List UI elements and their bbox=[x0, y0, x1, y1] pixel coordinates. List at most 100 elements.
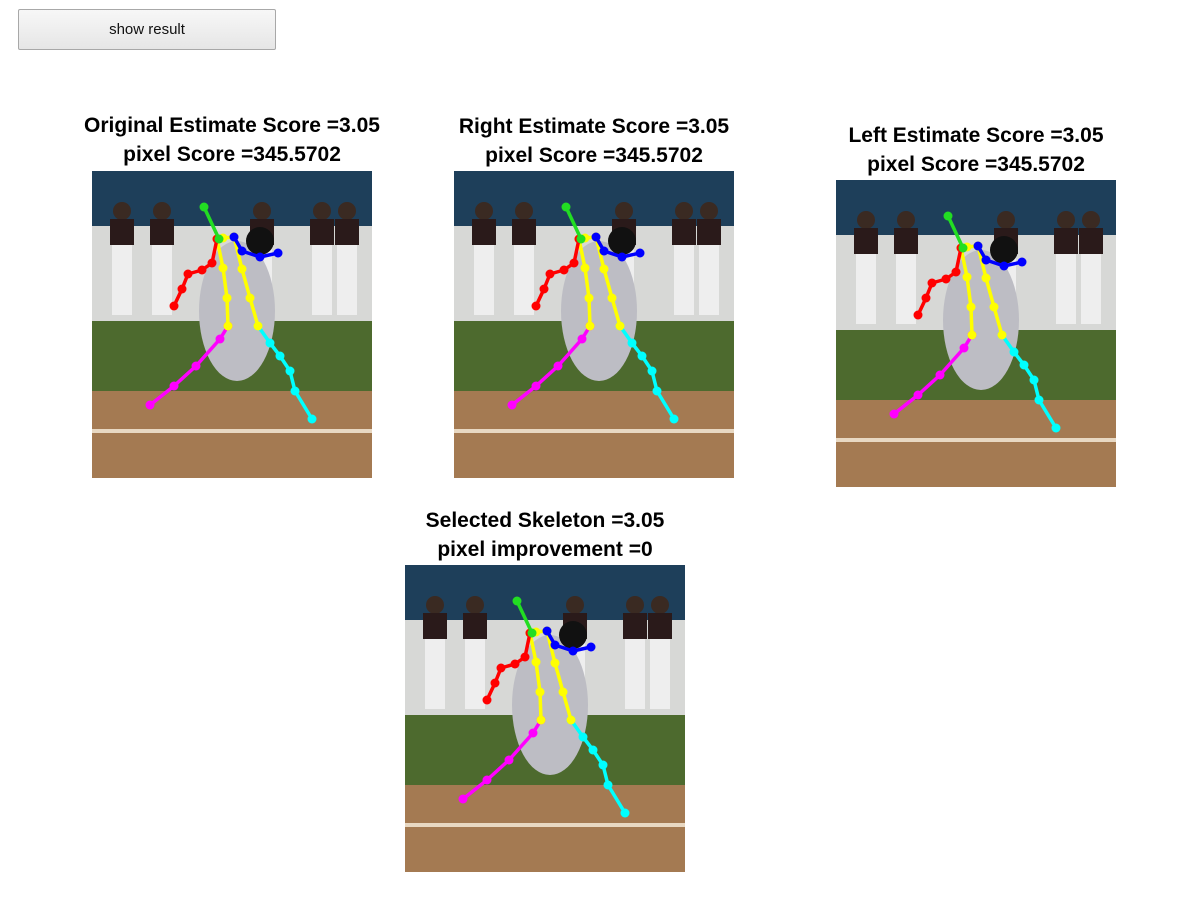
skeleton-joint bbox=[588, 745, 598, 755]
skeleton-joint bbox=[1017, 257, 1027, 267]
skeleton-joint bbox=[275, 351, 285, 361]
panel-title-line1: Right Estimate Score =3.05 bbox=[458, 115, 730, 138]
skeleton-joint bbox=[647, 366, 657, 376]
skeleton-joint bbox=[637, 351, 647, 361]
panel-title-left: Left Estimate Score =3.05 pixel Score =3… bbox=[776, 121, 1176, 179]
skeleton-joint bbox=[568, 646, 578, 656]
panel-title-right: Right Estimate Score =3.05 pixel Score =… bbox=[394, 112, 794, 170]
skeleton-joint bbox=[569, 258, 579, 268]
skeleton-joint bbox=[507, 400, 517, 410]
skeleton-joint bbox=[504, 755, 514, 765]
skeleton-joint bbox=[958, 243, 968, 253]
skeleton-joint bbox=[981, 273, 991, 283]
skeleton-joint bbox=[967, 330, 977, 340]
skeleton-joint bbox=[265, 338, 275, 348]
panel-title-line2: pixel Score =345.5702 bbox=[485, 144, 703, 167]
skeleton-joint bbox=[586, 642, 596, 652]
skeleton-joint bbox=[959, 343, 969, 353]
skeleton-joint bbox=[512, 596, 522, 606]
skeleton-joint bbox=[528, 728, 538, 738]
skeleton-joint bbox=[889, 409, 899, 419]
skeleton-joint bbox=[966, 302, 976, 312]
skeleton-joint bbox=[520, 652, 530, 662]
skeleton-joint bbox=[576, 234, 586, 244]
skeleton-joint bbox=[273, 248, 283, 258]
skeleton-joint bbox=[951, 267, 961, 277]
skeleton-joint bbox=[997, 330, 1007, 340]
skeleton-joint bbox=[559, 265, 569, 275]
skeleton-joint bbox=[245, 293, 255, 303]
skeleton-joint bbox=[237, 264, 247, 274]
skeleton-joint bbox=[222, 293, 232, 303]
panel-title-line2: pixel improvement =0 bbox=[437, 538, 653, 561]
skeleton-joint bbox=[169, 301, 179, 311]
pose-image-selected bbox=[405, 565, 685, 872]
panel-title-line2: pixel Score =345.5702 bbox=[867, 153, 1085, 176]
skeleton-joint bbox=[989, 302, 999, 312]
skeleton-joint bbox=[169, 381, 179, 391]
skeleton-joint bbox=[237, 246, 247, 256]
skeleton-joint bbox=[652, 386, 662, 396]
skeleton-joint bbox=[935, 370, 945, 380]
skeleton-joint bbox=[941, 274, 951, 284]
skeleton-joint bbox=[285, 366, 295, 376]
panel-title-line1: Original Estimate Score =3.05 bbox=[84, 114, 380, 137]
baseball-photo bbox=[92, 171, 372, 478]
skeleton-joint bbox=[584, 293, 594, 303]
skeleton-joint bbox=[599, 264, 609, 274]
skeleton-joint bbox=[981, 255, 991, 265]
skeleton-joint bbox=[962, 272, 972, 282]
skeleton-joint bbox=[617, 252, 627, 262]
skeleton-joint bbox=[1034, 395, 1044, 405]
baseball-photo bbox=[836, 180, 1116, 487]
baseball-photo bbox=[454, 171, 734, 478]
skeleton-joint bbox=[542, 626, 552, 636]
skeleton-joint bbox=[307, 414, 317, 424]
panel-title-selected: Selected Skeleton =3.05 pixel improvemen… bbox=[345, 506, 745, 564]
skeleton-joint bbox=[145, 400, 155, 410]
skeleton-joint bbox=[527, 628, 537, 638]
skeleton-joint bbox=[482, 695, 492, 705]
skeleton-joint bbox=[539, 284, 549, 294]
skeleton-joint bbox=[913, 310, 923, 320]
skeleton-joint bbox=[191, 361, 201, 371]
skeleton-joint bbox=[607, 293, 617, 303]
skeleton-joint bbox=[229, 232, 239, 242]
skeleton-joint bbox=[207, 258, 217, 268]
skeleton-joint bbox=[255, 252, 265, 262]
skeleton-joint bbox=[458, 794, 468, 804]
skeleton-joint bbox=[566, 715, 576, 725]
skeleton-joint bbox=[218, 263, 228, 273]
skeleton-joint bbox=[635, 248, 645, 258]
skeleton-joint bbox=[550, 640, 560, 650]
panel-title-original: Original Estimate Score =3.05 pixel Scor… bbox=[32, 111, 432, 169]
skeleton-joint bbox=[1029, 375, 1039, 385]
skeleton-joint bbox=[615, 321, 625, 331]
skeleton-joint bbox=[1009, 347, 1019, 357]
skeleton-joint bbox=[199, 202, 209, 212]
show-result-button[interactable]: show result bbox=[18, 9, 276, 50]
skeleton-joint bbox=[599, 246, 609, 256]
skeleton-joint bbox=[531, 657, 541, 667]
skeleton-joint bbox=[177, 284, 187, 294]
skeleton-joint bbox=[223, 321, 233, 331]
skeleton-joint bbox=[550, 658, 560, 668]
skeleton-joint bbox=[214, 234, 224, 244]
skeleton-joint bbox=[913, 390, 923, 400]
skeleton-joint bbox=[531, 381, 541, 391]
skeleton-joint bbox=[215, 334, 225, 344]
skeleton-joint bbox=[536, 715, 546, 725]
baseball-photo bbox=[405, 565, 685, 872]
skeleton-joint bbox=[1051, 423, 1061, 433]
pose-image-left bbox=[836, 180, 1116, 487]
skeleton-joint bbox=[1019, 360, 1029, 370]
skeleton-joint bbox=[577, 334, 587, 344]
skeleton-joint bbox=[603, 780, 613, 790]
skeleton-joint bbox=[591, 232, 601, 242]
skeleton-joint bbox=[598, 760, 608, 770]
skeleton-joint bbox=[620, 808, 630, 818]
skeleton-joint bbox=[561, 202, 571, 212]
skeleton-joint bbox=[585, 321, 595, 331]
skeleton-joint bbox=[496, 663, 506, 673]
pose-image-right bbox=[454, 171, 734, 478]
